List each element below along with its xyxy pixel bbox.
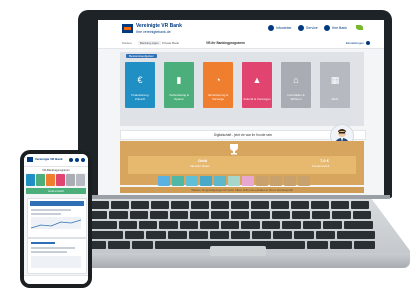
category-tile[interactable]: ◔ Versicherung & Vorsorge <box>203 62 233 108</box>
phone-category-tile[interactable] <box>26 174 35 186</box>
phone-bottom-bar <box>24 275 88 284</box>
category-tile-label: Finanzierung Zukunft <box>131 93 149 102</box>
trophy-icon <box>230 144 238 155</box>
laptop-screen: Vereinigte VR Bank Ihre vereinigtebank.d… <box>98 20 384 195</box>
panel-note: Weitere Vergünstigungen für Gold, Silber… <box>120 187 364 193</box>
phone-card-chart-icon <box>30 219 82 229</box>
phone-card-line <box>31 213 61 215</box>
badge-box[interactable] <box>256 176 268 186</box>
category-tile[interactable]: € Finanzierung Zukunft <box>125 62 155 108</box>
category-tile-label: Vorbereitung & Sparen <box>169 93 189 102</box>
trackpad[interactable] <box>210 246 266 256</box>
status-value: Gold <box>198 158 208 163</box>
settings-icon <box>366 41 370 45</box>
phone-status-bar[interactable]: Gold erreicht <box>26 188 86 194</box>
phone-menu-icon[interactable] <box>81 158 85 162</box>
tiles-badge: Bestandsaufgaben <box>126 54 158 58</box>
phone-category-tile[interactable] <box>66 174 75 186</box>
badge-box[interactable] <box>214 176 226 186</box>
bank-name: Vereinigte VR Bank <box>136 23 182 29</box>
phone-tile-row <box>26 174 85 186</box>
bank-logo-icon[interactable] <box>122 24 133 33</box>
laptop-keyboard <box>84 201 376 249</box>
category-tile[interactable]: ▦ Mehr <box>320 62 350 108</box>
advantage-value: 7,0 € <box>320 158 329 163</box>
phone-category-tile[interactable] <box>76 174 85 186</box>
category-tile-label: Immobilien & Wohnen <box>287 93 305 102</box>
scorecard: Gold Aktueller Status 7,0 € Kundenvortei… <box>128 156 356 174</box>
phone-header-icons <box>69 158 85 162</box>
phone-page-title: VR-Bankingprogramm <box>24 167 88 173</box>
tile-area: Bestandsaufgaben € Finanzierung Zukunft ▮ V… <box>120 52 364 126</box>
badge-box[interactable] <box>228 176 240 186</box>
tab-private-bank[interactable]: Private Bank <box>162 41 179 45</box>
phone-card-line <box>31 209 71 211</box>
status-label: Aktueller Status <box>190 164 210 168</box>
bank-subtitle: Ihre vereinigtebank.de <box>136 30 171 34</box>
category-tile-label: Versicherung & Vorsorge <box>207 93 229 102</box>
pie-icon: ◔ <box>215 75 221 85</box>
phone-category-tile[interactable] <box>36 174 45 186</box>
grid-icon: ▦ <box>330 75 340 85</box>
badge-box[interactable] <box>186 176 198 186</box>
tab-banking-apps[interactable]: Banking-Apps <box>138 41 161 45</box>
category-tile[interactable]: ▮ Vorbereitung & Sparen <box>164 62 194 108</box>
digital-banner-text: Digitalschaft - jetzt vie war ihr Kunde … <box>213 133 273 137</box>
leaf-button[interactable] <box>356 25 363 30</box>
bar-chart-icon: ▮ <box>176 75 182 85</box>
phone-card-chart <box>31 256 81 268</box>
header-link-bank[interactable]: Ihre Bank <box>324 25 347 31</box>
phone-card-line <box>31 242 55 244</box>
phone-bank-logo-icon[interactable] <box>27 157 33 162</box>
badge-box[interactable] <box>242 176 254 186</box>
bank-icon <box>324 25 330 31</box>
service-icon <box>298 25 304 31</box>
info-icon <box>268 25 274 31</box>
laptop-hinge <box>80 195 390 199</box>
header-link-service[interactable]: Service <box>298 25 318 31</box>
badge-box[interactable] <box>172 176 184 186</box>
leaf-icon <box>356 25 363 30</box>
house-icon: ⌂ <box>293 75 299 85</box>
phone-card-line <box>31 251 67 253</box>
phone-card-line <box>31 247 75 249</box>
top-header: Vereinigte VR Bank Ihre vereinigtebank.d… <box>98 20 384 39</box>
phone-category-tile[interactable] <box>56 174 65 186</box>
phone-screen: Vereinigte VR Bank VR-Bankingprogramm Go… <box>24 154 88 284</box>
badge-box[interactable] <box>158 176 170 186</box>
phone-card-header <box>30 201 84 206</box>
phone-header: Vereinigte VR Bank <box>24 154 88 167</box>
euro-icon: € <box>137 75 143 85</box>
phone-category-tile[interactable] <box>46 174 55 186</box>
badge-box[interactable] <box>298 176 310 186</box>
person-icon: ▲ <box>252 75 262 85</box>
phone-card-chart <box>30 217 82 229</box>
nav-bar: Konten Banking-Apps Private Bank VR-Ihr … <box>98 38 384 49</box>
badge-box[interactable] <box>270 176 282 186</box>
category-tile[interactable]: ▲ Zukunft & Vorsorgen <box>242 62 272 108</box>
header-link-infocenter[interactable]: Infocenter <box>268 25 292 31</box>
advantage-label: Kundenvorteil <box>312 164 330 168</box>
page-title: VR-Ihr Bankingprogramm <box>206 41 245 45</box>
phone-bank-name: Vereinigte VR Bank <box>35 157 63 161</box>
phone-card[interactable] <box>27 198 87 238</box>
settings-link[interactable]: Einstellungen <box>346 41 370 45</box>
category-tile[interactable]: ⌂ Immobilien & Wohnen <box>281 62 311 108</box>
badge-box[interactable] <box>284 176 296 186</box>
category-tile-label: Zukunft & Vorsorgen <box>243 97 271 102</box>
phone-service-icon[interactable] <box>75 158 79 162</box>
phone-card[interactable] <box>27 238 87 274</box>
category-tile-label: Mehr <box>331 97 339 102</box>
badge-box[interactable] <box>200 176 212 186</box>
phone-info-icon[interactable] <box>69 158 73 162</box>
tab-konten[interactable]: Konten <box>122 41 132 45</box>
trophy-row <box>158 176 310 186</box>
